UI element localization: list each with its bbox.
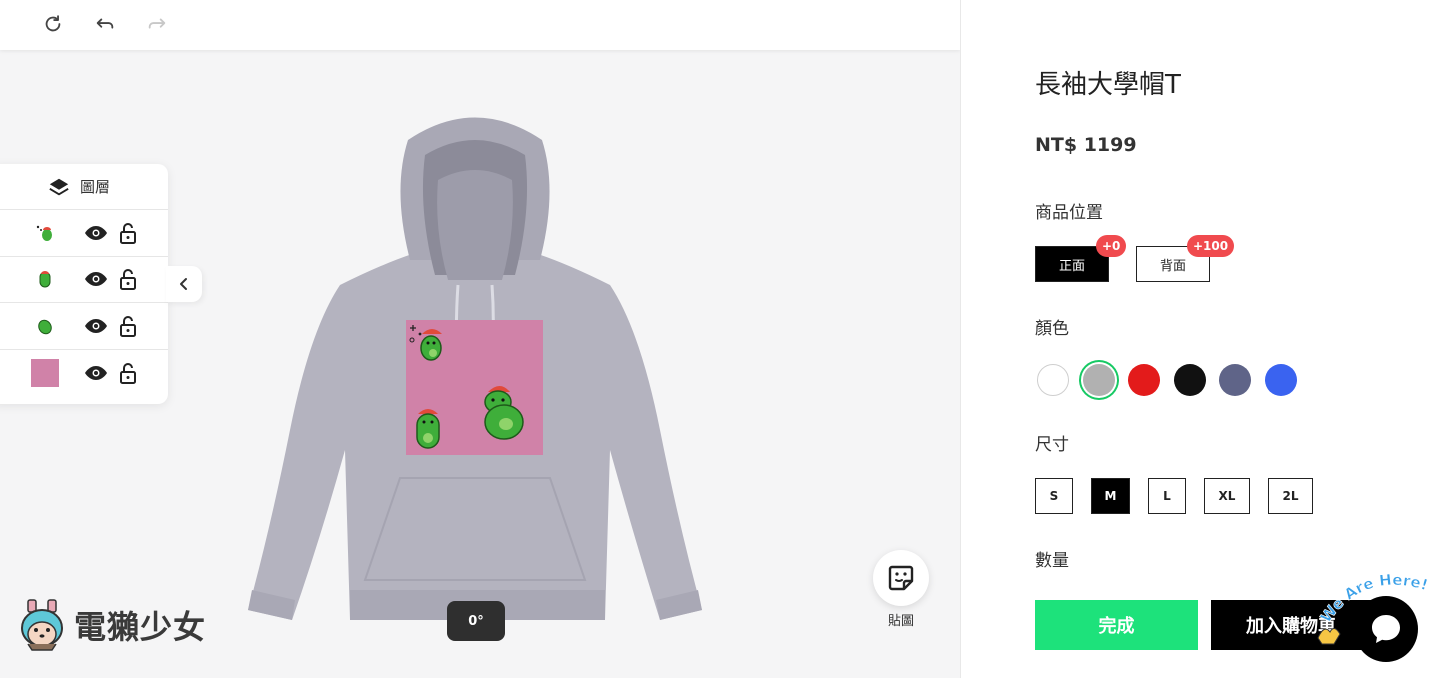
layer-row[interactable] xyxy=(0,350,168,397)
color-label: 顏色 xyxy=(1035,319,1069,339)
color-swatch-white[interactable] xyxy=(1037,364,1069,396)
layer-row[interactable] xyxy=(0,257,168,303)
lock-open-icon[interactable] xyxy=(118,268,138,291)
eye-icon[interactable] xyxy=(84,314,108,338)
color-swatch-red[interactable] xyxy=(1128,364,1160,396)
eye-icon[interactable] xyxy=(84,221,108,245)
chat-icon xyxy=(1372,615,1400,643)
rotation-indicator[interactable]: 0° xyxy=(447,601,505,641)
color-swatch-blue[interactable] xyxy=(1265,364,1297,396)
print-design-area[interactable] xyxy=(406,320,543,455)
size-s-button[interactable]: S xyxy=(1035,478,1073,514)
layer-thumbnail xyxy=(30,358,60,388)
layers-header: 圖層 xyxy=(0,164,168,210)
layers-icon xyxy=(49,178,69,195)
toolbar xyxy=(0,0,960,50)
product-price: NT$ 1199 xyxy=(1035,134,1137,156)
color-swatch-navy[interactable] xyxy=(1219,364,1251,396)
eye-icon[interactable] xyxy=(84,361,108,385)
position-back-badge: +100 xyxy=(1187,235,1235,257)
product-title: 長袖大學帽T xyxy=(1035,70,1181,100)
size-xl-button[interactable]: XL xyxy=(1204,478,1250,514)
redo-icon xyxy=(148,18,166,29)
size-label: 尺寸 xyxy=(1035,435,1069,455)
position-label: 商品位置 xyxy=(1035,203,1103,223)
sticker-icon xyxy=(888,565,914,591)
done-button[interactable]: 完成 xyxy=(1035,600,1198,650)
size-l-button[interactable]: L xyxy=(1148,478,1186,514)
collapse-layers-button[interactable] xyxy=(166,266,202,302)
layer-thumbnail xyxy=(30,264,60,294)
editor-canvas: 圖層 0° 貼圖 電獺少女 xyxy=(0,0,960,678)
undo-icon xyxy=(96,18,114,29)
undo-button[interactable] xyxy=(91,10,119,38)
position-front-badge: +0 xyxy=(1096,235,1127,257)
lock-open-icon[interactable] xyxy=(118,362,138,384)
brand-logo-text: 電獺少女 xyxy=(74,608,207,646)
color-swatch-gray[interactable] xyxy=(1083,364,1115,396)
reset-icon xyxy=(45,15,61,32)
quantity-label: 數量 xyxy=(1035,551,1069,571)
layer-thumbnail xyxy=(30,311,60,341)
otter-mascot-icon xyxy=(21,599,63,651)
sticker-label: 貼圖 xyxy=(887,614,914,629)
size-2l-button[interactable]: 2L xyxy=(1268,478,1313,514)
lock-open-icon[interactable] xyxy=(118,315,138,337)
color-swatch-black[interactable] xyxy=(1174,364,1206,396)
eye-icon[interactable] xyxy=(84,267,108,291)
brand-logo: 電獺少女 xyxy=(18,598,206,652)
size-m-button[interactable]: M xyxy=(1091,478,1130,514)
layers-title: 圖層 xyxy=(79,178,110,196)
layer-thumbnail xyxy=(30,218,60,248)
reset-button[interactable] xyxy=(39,10,67,38)
layer-row[interactable] xyxy=(0,303,168,350)
chevron-left-icon xyxy=(180,278,187,290)
redo-button[interactable] xyxy=(143,10,171,38)
sticker-button[interactable] xyxy=(873,550,929,606)
chat-button[interactable] xyxy=(1354,596,1418,662)
layers-panel: 圖層 xyxy=(0,164,168,404)
lock-open-icon[interactable] xyxy=(118,222,138,244)
layer-row[interactable] xyxy=(0,210,168,257)
